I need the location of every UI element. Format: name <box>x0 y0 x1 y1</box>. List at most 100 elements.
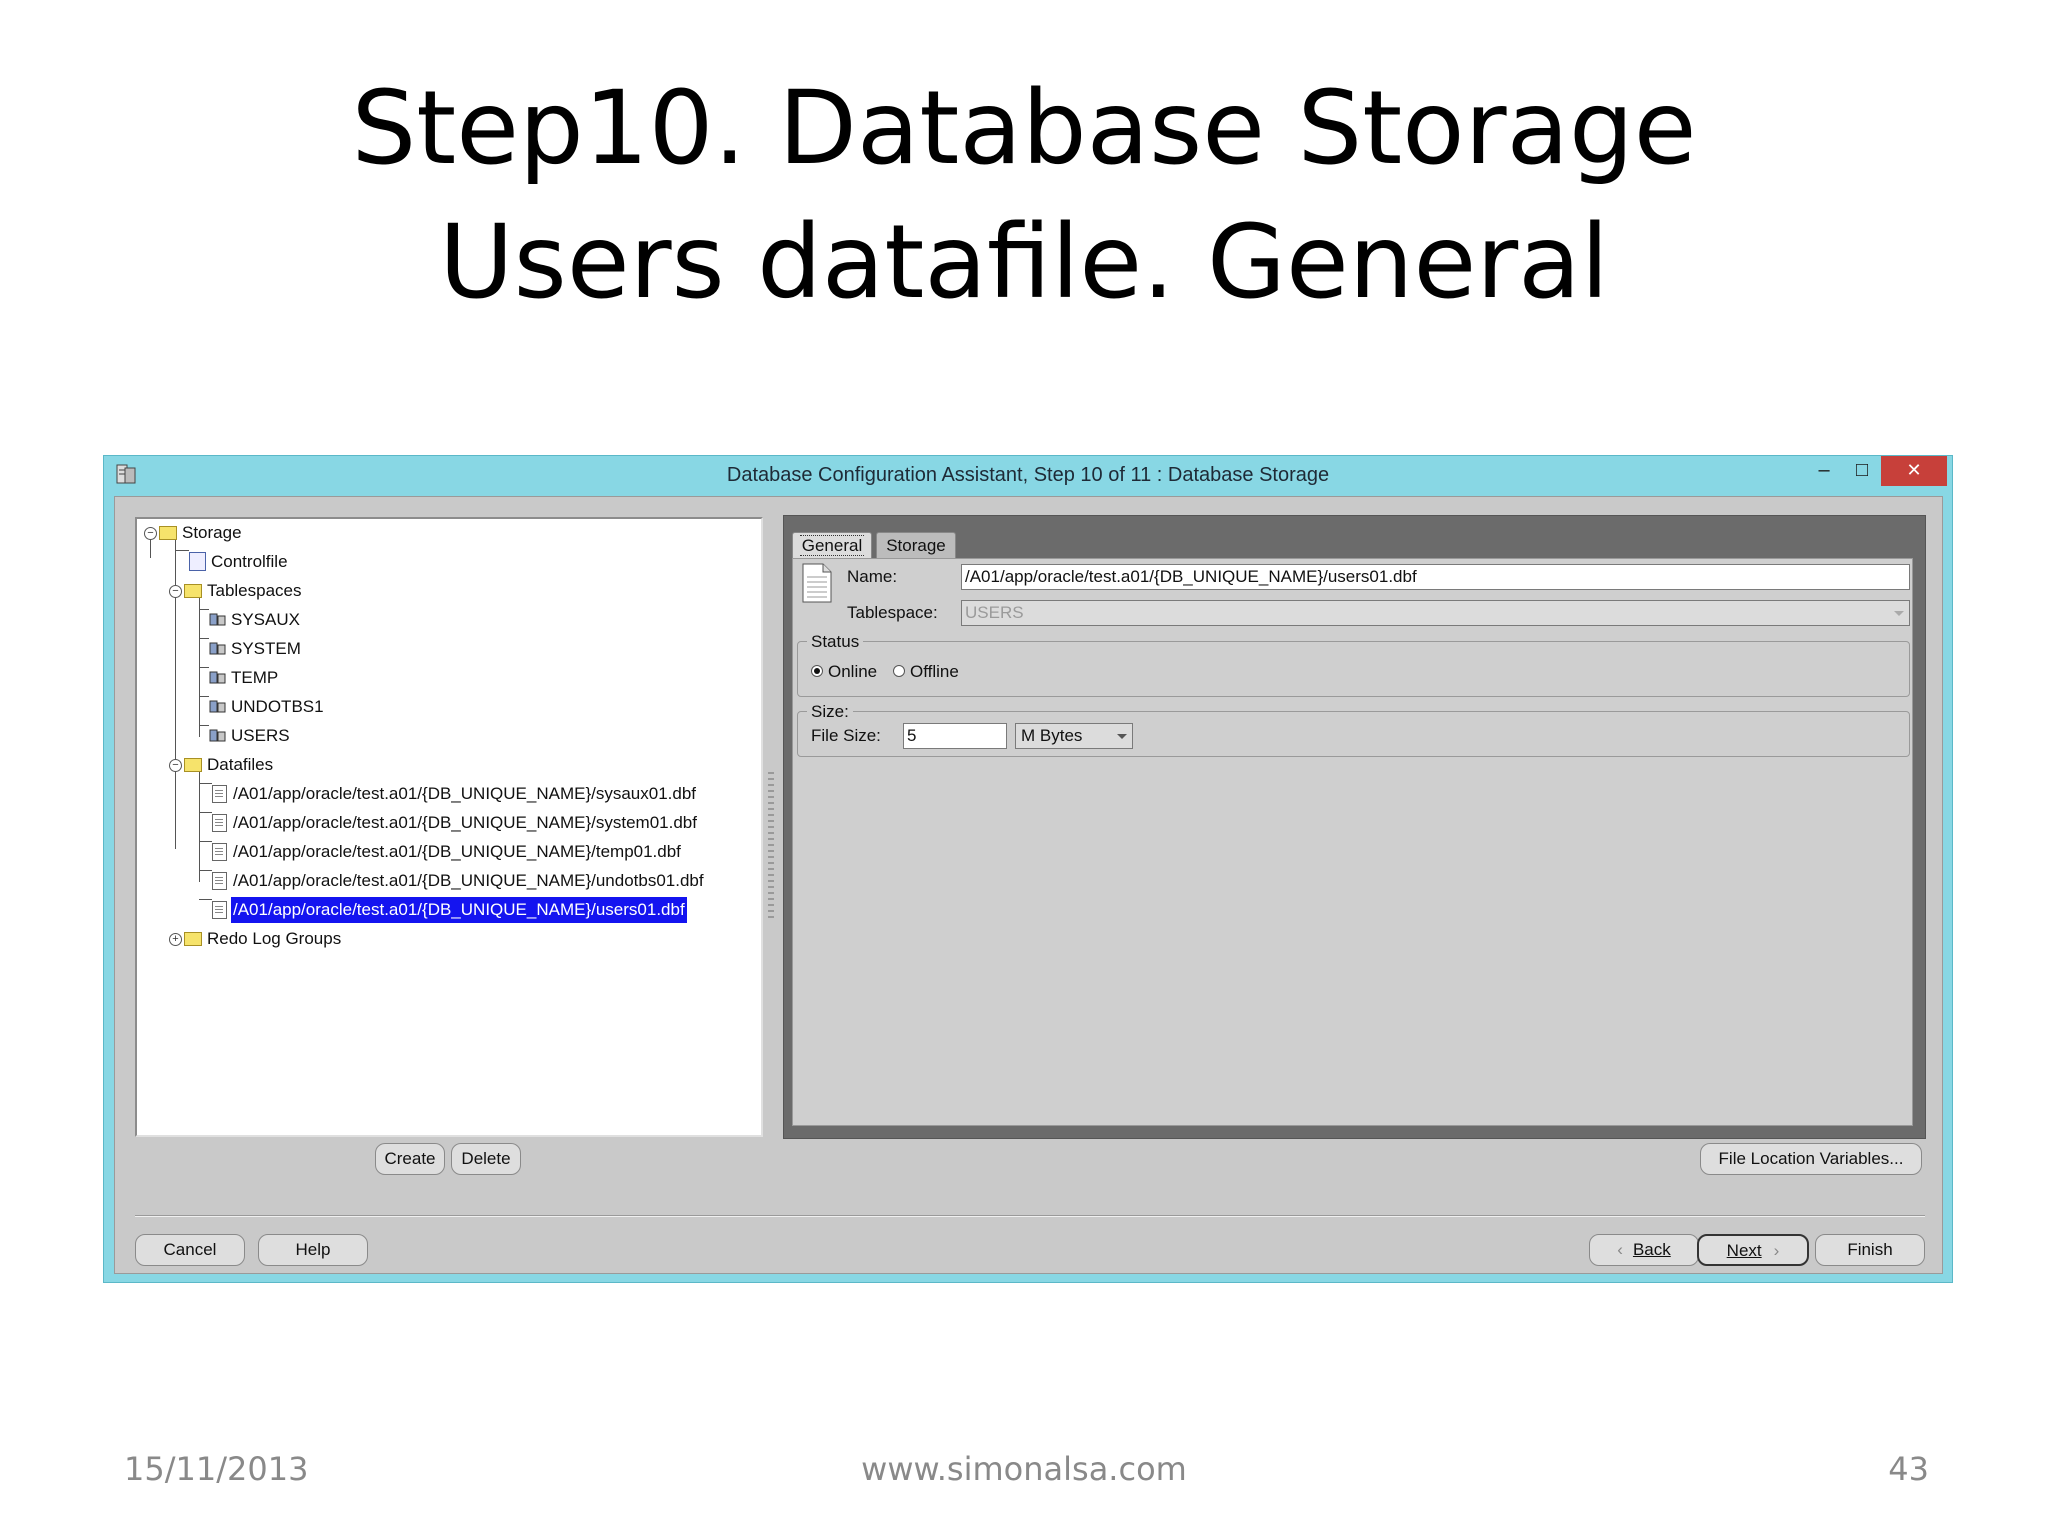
tree-node-label-selected: /A01/app/oracle/test.a01/{DB_UNIQUE_NAME… <box>230 896 688 924</box>
tab-general-label: General <box>799 535 865 556</box>
slide-title-line2: Users datafile. General <box>439 203 1609 322</box>
status-group <box>797 641 1910 697</box>
tree-connector <box>199 609 209 610</box>
name-field[interactable]: /A01/app/oracle/test.a01/{DB_UNIQUE_NAME… <box>961 564 1910 590</box>
window-client: − Storage Controlfile − Tablespaces SYSA… <box>114 496 1943 1274</box>
controlfile-icon <box>189 552 206 572</box>
cancel-button[interactable]: Cancel <box>135 1234 245 1266</box>
tree-connector <box>199 899 212 900</box>
tree-node-redo-log-groups[interactable]: Redo Log Groups <box>184 926 343 952</box>
tree-node-label: /A01/app/oracle/test.a01/{DB_UNIQUE_NAME… <box>233 784 697 803</box>
tree-connector <box>199 870 212 871</box>
tree-node-label: Redo Log Groups <box>207 929 342 948</box>
tablespace-icon <box>209 613 226 626</box>
tree-node-tablespace-undotbs1[interactable]: UNDOTBS1 <box>209 694 326 720</box>
offline-radio[interactable]: Offline <box>893 660 959 684</box>
datafile-icon <box>212 900 227 919</box>
online-radio[interactable]: Online <box>811 660 877 684</box>
file-size-input[interactable]: 5 <box>903 723 1007 749</box>
tree-connector <box>199 783 212 784</box>
tree-connector <box>199 585 200 737</box>
tree-node-datafile-temp[interactable]: /A01/app/oracle/test.a01/{DB_UNIQUE_NAME… <box>212 839 683 865</box>
tree-node-tablespace-system[interactable]: SYSTEM <box>209 636 303 662</box>
tree-connector <box>199 696 209 697</box>
size-unit-value: M Bytes <box>1021 726 1083 745</box>
detail-panel: General Storage Name: /A01/app/oracle/te… <box>783 515 1926 1139</box>
name-label: Name: <box>847 567 898 586</box>
tree-node-tablespace-users[interactable]: USERS <box>209 723 292 749</box>
tablespace-icon <box>209 671 226 684</box>
folder-icon <box>184 583 202 598</box>
tree-connector <box>175 550 189 551</box>
window-titlebar[interactable]: Database Configuration Assistant, Step 1… <box>104 456 1952 494</box>
slide-title: Step10. Database Storage Users datafile.… <box>0 62 2048 330</box>
size-unit-dropdown[interactable]: M Bytes <box>1015 723 1133 749</box>
help-button[interactable]: Help <box>258 1234 368 1266</box>
delete-button[interactable]: Delete <box>451 1143 521 1175</box>
tree-node-label: Storage <box>182 523 242 542</box>
tab-general[interactable]: General <box>792 532 872 558</box>
status-group-title: Status <box>807 630 864 654</box>
slide-title-line1: Step10. Database Storage <box>351 69 1697 188</box>
tree-node-label: USERS <box>231 726 290 745</box>
tree-connector <box>199 841 212 842</box>
collapse-icon[interactable]: − <box>169 759 182 772</box>
size-group-title: Size: <box>807 700 853 724</box>
tree-node-tablespace-temp[interactable]: TEMP <box>209 665 280 691</box>
online-label: Online <box>828 662 878 681</box>
tablespace-icon <box>209 642 226 655</box>
chevron-down-icon <box>1894 611 1904 616</box>
tree-node-tablespaces[interactable]: Tablespaces <box>184 578 304 604</box>
collapse-icon[interactable]: − <box>169 585 182 598</box>
tree-node-datafiles[interactable]: Datafiles <box>184 752 275 778</box>
datafile-large-icon <box>802 563 832 603</box>
tree-connector <box>199 667 209 668</box>
close-button[interactable]: ✕ <box>1881 456 1947 486</box>
tree-node-datafile-undotbs[interactable]: /A01/app/oracle/test.a01/{DB_UNIQUE_NAME… <box>212 868 706 894</box>
window-title: Database Configuration Assistant, Step 1… <box>726 464 1330 486</box>
tablespace-value: USERS <box>965 603 1024 622</box>
tree-node-tablespace-sysaux[interactable]: SYSAUX <box>209 607 302 633</box>
create-button[interactable]: Create <box>375 1143 445 1175</box>
next-button-label: Next <box>1726 1241 1762 1260</box>
folder-icon <box>159 525 177 540</box>
panel-splitter[interactable] <box>768 772 774 922</box>
tree-node-label: Datafiles <box>207 755 274 774</box>
chevron-down-icon <box>1117 734 1127 739</box>
collapse-icon[interactable]: − <box>144 527 157 540</box>
next-button[interactable]: Next › <box>1697 1234 1809 1266</box>
tree-connector <box>150 539 151 558</box>
tree-node-label: SYSAUX <box>231 610 300 629</box>
offline-label: Offline <box>910 662 959 681</box>
radio-unselected-icon <box>893 664 905 677</box>
storage-tree[interactable]: − Storage Controlfile − Tablespaces SYSA… <box>135 517 763 1137</box>
tree-node-storage[interactable]: Storage <box>159 520 244 546</box>
folder-icon <box>184 757 202 772</box>
tab-storage[interactable]: Storage <box>876 532 956 558</box>
folder-icon <box>184 931 202 946</box>
chevron-left-icon: ‹ <box>1617 1240 1623 1259</box>
expand-icon[interactable]: + <box>169 933 182 946</box>
dbca-window: Database Configuration Assistant, Step 1… <box>103 455 1953 1283</box>
slide-website: www.simonalsa.com <box>861 1450 1187 1488</box>
tree-node-label: Controlfile <box>211 552 288 571</box>
tree-node-label: /A01/app/oracle/test.a01/{DB_UNIQUE_NAME… <box>233 871 704 890</box>
tree-node-label: Tablespaces <box>207 581 302 600</box>
tree-node-datafile-sysaux[interactable]: /A01/app/oracle/test.a01/{DB_UNIQUE_NAME… <box>212 781 698 807</box>
footer-separator <box>135 1215 1925 1217</box>
minimize-button[interactable]: – <box>1805 456 1843 486</box>
back-button[interactable]: ‹ Back <box>1589 1234 1699 1266</box>
radio-selected-icon <box>811 664 823 677</box>
maximize-button[interactable]: □ <box>1843 456 1881 486</box>
tree-connector <box>199 638 209 639</box>
chevron-right-icon: › <box>1773 1241 1780 1260</box>
tree-node-controlfile[interactable]: Controlfile <box>189 549 290 575</box>
datafile-icon <box>212 813 227 832</box>
tree-node-datafile-users[interactable]: /A01/app/oracle/test.a01/{DB_UNIQUE_NAME… <box>212 896 688 924</box>
datafile-icon <box>212 871 227 890</box>
back-button-label: Back <box>1632 1240 1671 1259</box>
finish-button[interactable]: Finish <box>1815 1234 1925 1266</box>
tree-node-datafile-system[interactable]: /A01/app/oracle/test.a01/{DB_UNIQUE_NAME… <box>212 810 699 836</box>
file-location-variables-button[interactable]: File Location Variables... <box>1700 1143 1922 1175</box>
tree-node-label: /A01/app/oracle/test.a01/{DB_UNIQUE_NAME… <box>233 813 697 832</box>
